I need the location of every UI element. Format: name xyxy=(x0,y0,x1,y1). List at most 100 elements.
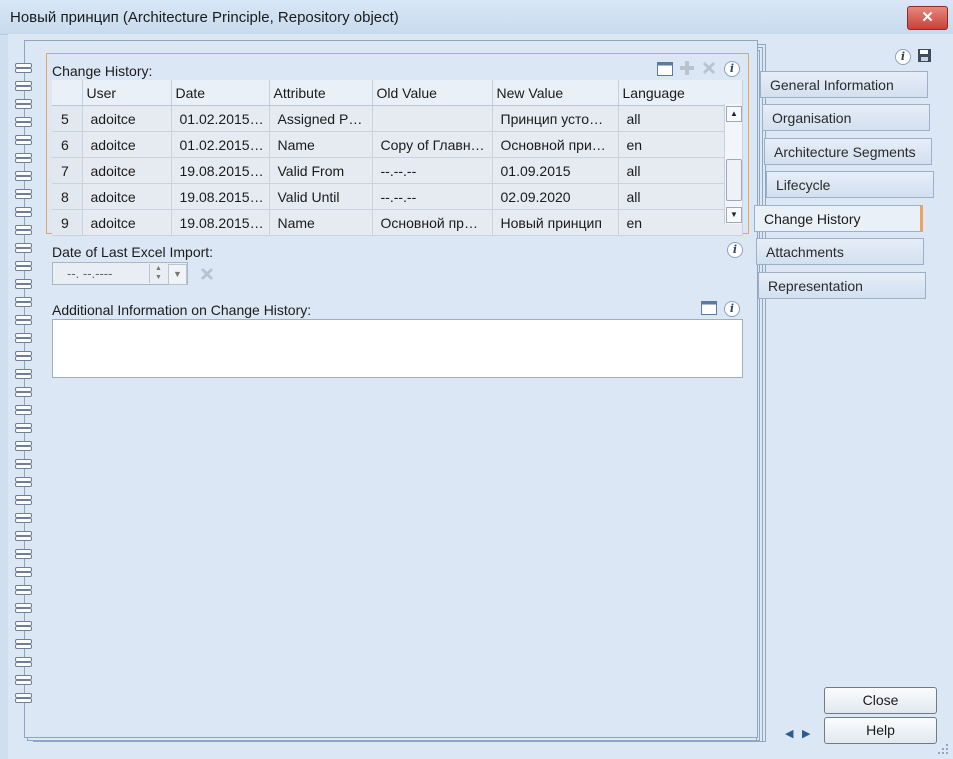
cell-user[interactable]: adoitce xyxy=(82,105,172,132)
cell-user[interactable]: adoitce xyxy=(82,183,172,210)
cell-new-value[interactable]: Принцип усто… xyxy=(492,105,619,132)
window-icon[interactable] xyxy=(700,299,717,316)
table-header-row: User Date Attribute Old Value New Value … xyxy=(52,80,743,106)
cell-user[interactable]: adoitce xyxy=(82,157,172,184)
column-header-old-value[interactable]: Old Value xyxy=(372,80,493,106)
date-spinner-icon[interactable]: ▲ ▼ xyxy=(149,264,167,283)
cell-old-value[interactable]: --.--.-- xyxy=(372,183,493,210)
spiral-ring-icon xyxy=(15,566,33,577)
info-icon[interactable]: i xyxy=(724,61,740,77)
table-row[interactable]: 9 adoitce 19.08.2015… Name Основной пр… … xyxy=(52,209,743,236)
cell-attribute[interactable]: Name xyxy=(269,131,373,158)
table-row[interactable]: 7 adoitce 19.08.2015… Valid From --.--.-… xyxy=(52,157,743,184)
cell-old-value[interactable] xyxy=(372,105,493,132)
table-row[interactable]: 6 adoitce 01.02.2015… Name Copy of Главн… xyxy=(52,131,743,158)
cell-attribute[interactable]: Valid From xyxy=(269,157,373,184)
spiral-ring-icon xyxy=(15,656,33,667)
tab-change-history[interactable]: Change History xyxy=(754,205,923,232)
row-number: 5 xyxy=(52,105,83,132)
save-icon[interactable] xyxy=(916,47,933,64)
cell-attribute[interactable]: Valid Until xyxy=(269,183,373,210)
cell-new-value[interactable]: Новый принцип xyxy=(492,209,619,236)
spiral-ring-icon xyxy=(15,206,33,217)
spiral-ring-icon xyxy=(15,152,33,163)
spiral-ring-icon xyxy=(15,512,33,523)
cell-old-value[interactable]: Copy of Главн… xyxy=(372,131,493,158)
cell-date[interactable]: 01.02.2015… xyxy=(171,131,270,158)
cell-user[interactable]: adoitce xyxy=(82,209,172,236)
spiral-ring-icon xyxy=(15,602,33,613)
tab-representation[interactable]: Representation xyxy=(758,272,926,299)
window-close-button[interactable]: ✕ xyxy=(907,6,948,30)
spiral-ring-icon xyxy=(15,134,33,145)
excel-import-label: Date of Last Excel Import: xyxy=(52,244,214,260)
help-button[interactable]: Help xyxy=(824,717,937,744)
info-icon[interactable]: i xyxy=(724,301,740,317)
spiral-ring-icon xyxy=(15,188,33,199)
window-icon[interactable] xyxy=(656,60,673,77)
table-row[interactable]: 5 adoitce 01.02.2015… Assigned P… Принци… xyxy=(52,105,743,132)
spiral-ring-icon xyxy=(15,62,33,73)
table-scrollbar[interactable]: ▲ ▼ xyxy=(724,104,742,224)
cell-date[interactable]: 19.08.2015… xyxy=(171,183,270,210)
spiral-ring-icon xyxy=(15,494,33,505)
resize-grip-icon[interactable] xyxy=(937,743,949,755)
spiral-ring-icon xyxy=(15,242,33,253)
delete-x-icon[interactable] xyxy=(700,59,717,76)
excel-import-date-field[interactable]: --. --.---- ▲ ▼ ▼ xyxy=(52,262,188,285)
cell-attribute[interactable]: Name xyxy=(269,209,373,236)
spiral-ring-icon xyxy=(15,260,33,271)
cell-old-value[interactable]: Основной пр… xyxy=(372,209,493,236)
cell-new-value[interactable]: Основной при… xyxy=(492,131,619,158)
spiral-ring-icon xyxy=(15,98,33,109)
clear-x-icon[interactable] xyxy=(198,265,215,282)
tab-lifecycle[interactable]: Lifecycle xyxy=(766,171,934,198)
cell-user[interactable]: adoitce xyxy=(82,131,172,158)
previous-arrow-icon[interactable]: ◀ xyxy=(785,727,793,740)
next-arrow-icon[interactable]: ▶ xyxy=(802,727,810,740)
tab-attachments[interactable]: Attachments xyxy=(756,238,924,265)
scroll-thumb[interactable] xyxy=(726,159,742,201)
close-button[interactable]: Close xyxy=(824,687,937,714)
cell-new-value[interactable]: 01.09.2015 xyxy=(492,157,619,184)
cell-attribute[interactable]: Assigned P… xyxy=(269,105,373,132)
info-icon[interactable]: i xyxy=(895,49,911,65)
spiral-ring-icon xyxy=(15,548,33,559)
column-header-date[interactable]: Date xyxy=(171,80,270,106)
column-header[interactable] xyxy=(52,80,83,106)
table-row[interactable]: 8 adoitce 19.08.2015… Valid Until --.--.… xyxy=(52,183,743,210)
tab-general-information[interactable]: General Information xyxy=(760,71,928,98)
additional-info-textarea[interactable] xyxy=(52,319,743,378)
plus-icon[interactable] xyxy=(678,59,695,76)
row-number: 8 xyxy=(52,183,83,210)
spiral-ring-icon xyxy=(15,80,33,91)
spiral-ring-icon xyxy=(15,638,33,649)
cell-new-value[interactable]: 02.09.2020 xyxy=(492,183,619,210)
row-number: 9 xyxy=(52,209,83,236)
spiral-ring-icon xyxy=(15,440,33,451)
cell-old-value[interactable]: --.--.-- xyxy=(372,157,493,184)
info-icon[interactable]: i xyxy=(727,242,743,258)
spiral-ring-icon xyxy=(15,314,33,325)
cell-date[interactable]: 19.08.2015… xyxy=(171,209,270,236)
scroll-up-arrow-icon[interactable]: ▲ xyxy=(726,106,742,122)
spiral-ring-icon xyxy=(15,368,33,379)
spiral-ring-icon xyxy=(15,476,33,487)
spiral-ring-icon xyxy=(15,224,33,235)
spiral-ring-icon xyxy=(15,530,33,541)
cell-date[interactable]: 01.02.2015… xyxy=(171,105,270,132)
cell-date[interactable]: 19.08.2015… xyxy=(171,157,270,184)
scroll-down-arrow-icon[interactable]: ▼ xyxy=(726,207,742,223)
column-header-language[interactable]: Language xyxy=(618,80,743,106)
date-dropdown-icon[interactable]: ▼ xyxy=(168,264,187,285)
spiral-ring-icon xyxy=(15,584,33,595)
column-header-attribute[interactable]: Attribute xyxy=(269,80,373,106)
spiral-ring-icon xyxy=(15,332,33,343)
additional-info-label: Additional Information on Change History… xyxy=(52,302,312,318)
column-header-new-value[interactable]: New Value xyxy=(492,80,619,106)
spiral-binding xyxy=(15,62,35,712)
tab-architecture-segments[interactable]: Architecture Segments xyxy=(764,138,932,165)
change-history-label: Change History: xyxy=(52,63,153,79)
tab-organisation[interactable]: Organisation xyxy=(762,104,930,131)
column-header-user[interactable]: User xyxy=(82,80,172,106)
